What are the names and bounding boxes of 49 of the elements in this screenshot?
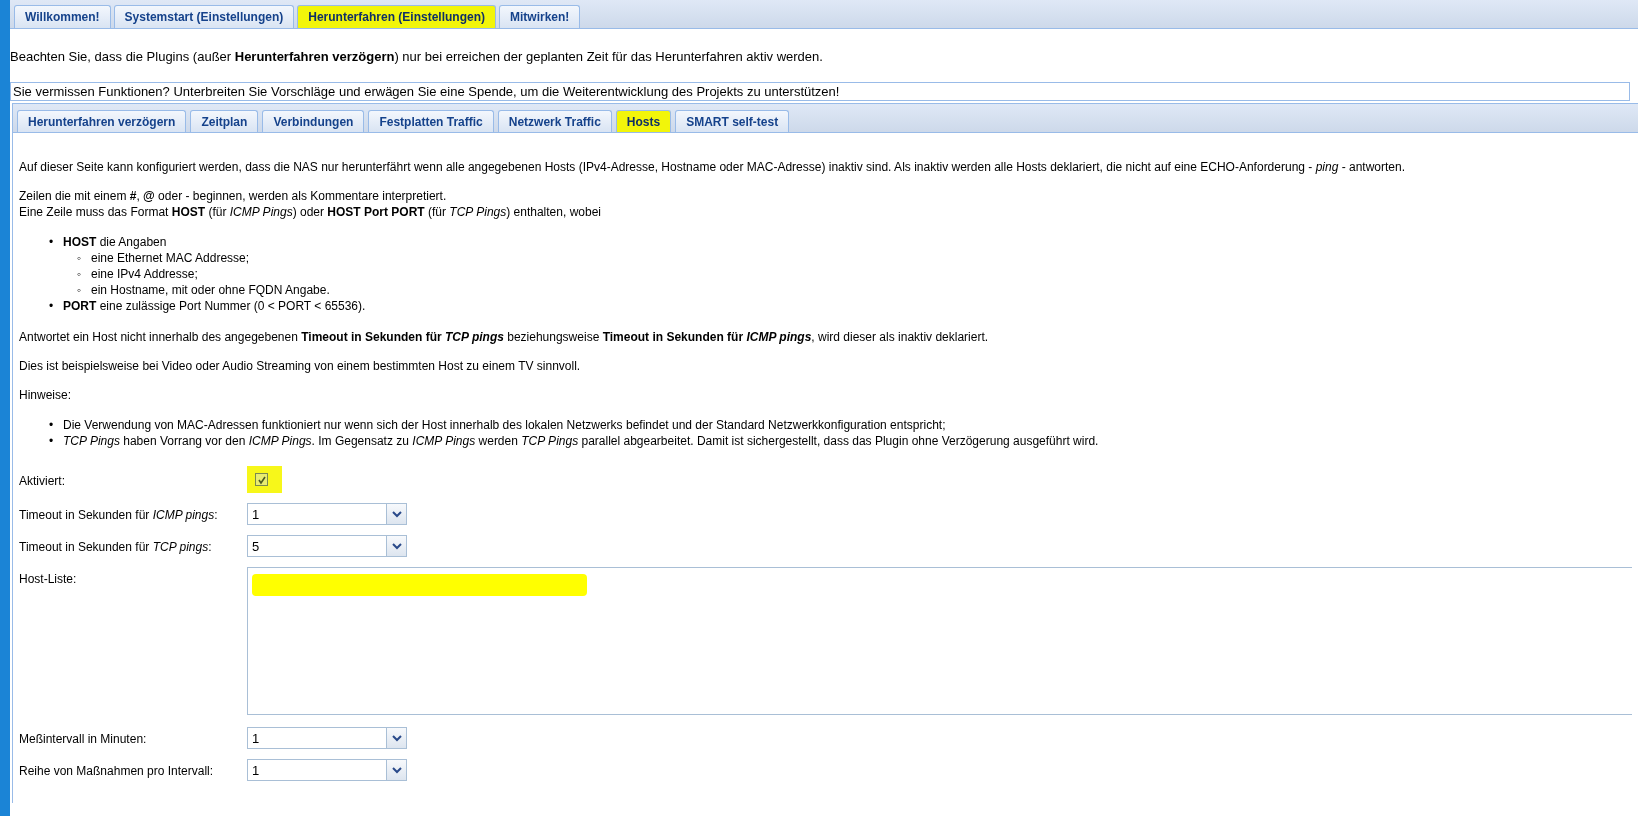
format-text: Eine Zeile muss das Format HOST (für ICMP Pings) oder HOST Port PORT (für TCP Pings) enthalten, wobei: [19, 204, 602, 220]
tab[interactable]: Festplatten Traffic: [368, 110, 494, 132]
tab[interactable]: Mitwirken!: [498, 5, 581, 28]
paragraph: Dies ist beispielsweise bei Video oder Audio Streaming von einem bestimmten Host zu einem TV sinnvoll.: [19, 358, 582, 374]
chevron-down-icon: [391, 510, 402, 518]
list-item: eine Ethernet MAC Addresse;: [91, 250, 250, 266]
bullet: ◦: [77, 282, 83, 298]
field-label: Meßintervall in Minuten:: [19, 731, 148, 747]
dropdown[interactable]: 5: [247, 535, 407, 557]
tab[interactable]: SMART self-test: [675, 110, 790, 132]
tab[interactable]: Herunterfahren (Einstellungen): [297, 5, 496, 28]
format-text: Zeilen die mit einem #, @ oder - beginnen, werden als Kommentare interpretiert.: [19, 188, 448, 204]
list-item: ein Hostname, mit oder ohne FQDN Angabe.: [91, 282, 330, 298]
info-text: Beachten Sie, dass die Plugins (außer Herunterfahren verzögern) nur bei erreichen der geplanten Zeit für das Herunterfahren aktiv werden.: [10, 49, 824, 64]
field-label: Reihe von Maßnahmen pro Intervall:: [19, 763, 215, 779]
bullet: •: [49, 417, 55, 433]
chevron-down-icon: [391, 734, 402, 742]
host-list-field[interactable]: [247, 567, 1632, 715]
tab[interactable]: Hosts: [615, 110, 672, 132]
list-item: HOST die Angaben: [63, 234, 167, 250]
tab[interactable]: Systemstart (Einstellungen): [113, 5, 295, 28]
paragraph: Antwortet ein Host nicht innerhalb des angegebenen Timeout in Sekunden für TCP pings beziehungsweise Timeout in Sekunden für ICMP pings, wird dieser als inaktiv deklariert.: [19, 329, 990, 345]
tab[interactable]: Verbindungen: [262, 110, 365, 132]
tab[interactable]: Zeitplan: [190, 110, 259, 132]
tab[interactable]: Herunterfahren verzögern: [17, 110, 187, 132]
chevron-down-icon: [391, 766, 402, 774]
field-label: Timeout in Sekunden für ICMP pings:: [19, 507, 219, 523]
checkbox[interactable]: [255, 473, 268, 487]
hint-text: TCP Pings haben Vorrang vor den ICMP Pings. Im Gegensatz zu ICMP Pings werden TCP Pings parallel abgearbeitet. Damit ist sichergestellt, dass das Plugin ohne Verzögerung ausgeführt wird.: [63, 433, 1099, 449]
bullet: •: [49, 433, 55, 449]
tab[interactable]: Netzwerk Traffic: [497, 110, 612, 132]
dropdown[interactable]: 1: [247, 759, 407, 781]
chevron-down-icon: [391, 542, 402, 550]
field-label: Host-Liste:: [19, 571, 78, 587]
bullet: •: [49, 234, 55, 250]
list-item: eine IPv4 Addresse;: [91, 266, 198, 282]
bullet: ◦: [77, 266, 83, 282]
paragraph: Hinweise:: [19, 387, 73, 403]
tab[interactable]: Willkommen!: [14, 5, 111, 28]
hint-text: Die Verwendung von MAC-Adressen funktioniert nur wenn sich der Host innerhalb des lokalen Netzwerks befindet und der Standard Netzwerkkonfiguration entspricht;: [63, 417, 946, 433]
bullet: •: [49, 298, 55, 314]
banner-text: Sie vermissen Funktionen? Unterbreiten Sie Vorschläge und erwägen Sie eine Spende, um die Weiterentwicklung des Projekts zu unterstützen!: [10, 82, 1630, 101]
field-label: Aktiviert:: [19, 473, 66, 489]
dropdown[interactable]: 1: [247, 727, 407, 749]
intro-text: Auf dieser Seite kann konfiguriert werden, dass die NAS nur herunterfährt wenn alle angegebenen Hosts (IPv4-Adresse, Hostname oder MAC-Adresse) inaktiv sind. Als inaktiv werden alle Hosts deklariert, die nicht auf eine ECHO-Anforderung - ping - antworten.: [19, 159, 1407, 175]
bullet: ◦: [77, 250, 83, 266]
list-item: PORT eine zulässige Port Nummer (0 < PORT < 65536).: [63, 298, 366, 314]
field-label: Timeout in Sekunden für TCP pings:: [19, 539, 213, 555]
dropdown[interactable]: 1: [247, 503, 407, 525]
